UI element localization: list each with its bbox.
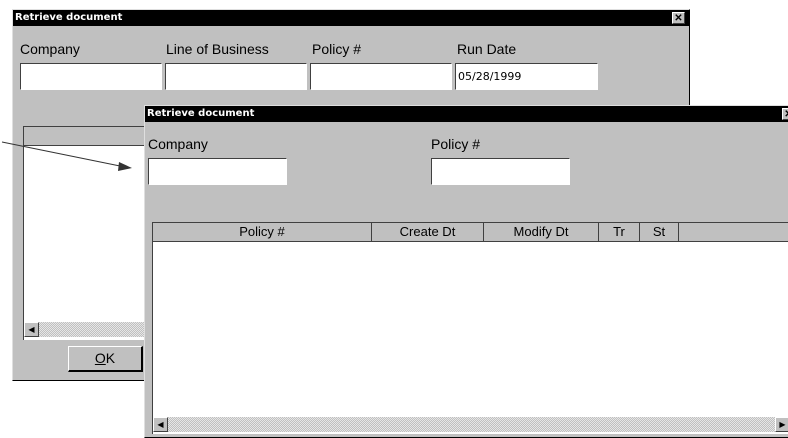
back-line-of-business-field[interactable] xyxy=(165,63,307,90)
grid-header-policy[interactable]: Policy # xyxy=(153,223,372,242)
scroll-right-arrow-icon: ▶ xyxy=(779,420,786,429)
front-company-field[interactable] xyxy=(148,158,287,185)
front-retrieve-document-window: Retrieve document ✕ Company Policy # Pol… xyxy=(144,105,788,438)
back-line-of-business-label: Line of Business xyxy=(166,41,269,57)
back-policy-label: Policy # xyxy=(312,41,362,57)
back-company-label: Company xyxy=(20,41,80,57)
grid-header-tr[interactable]: Tr xyxy=(599,223,640,242)
front-grid-horizontal-scrollbar[interactable]: ◀ ▶ xyxy=(153,417,788,432)
back-run-date-field[interactable] xyxy=(455,63,598,90)
ok-mnemonic: O xyxy=(94,350,106,366)
close-icon: ✕ xyxy=(674,13,683,24)
grid-header-empty xyxy=(679,223,788,242)
front-company-label: Company xyxy=(148,136,208,152)
front-scroll-left-button[interactable]: ◀ xyxy=(153,417,168,432)
front-policy-label: Policy # xyxy=(431,136,481,152)
back-scroll-left-button[interactable]: ◀ xyxy=(24,322,39,337)
grid-header-modify-dt[interactable]: Modify Dt xyxy=(484,223,599,242)
back-policy-field[interactable] xyxy=(310,63,452,90)
front-results-grid[interactable]: Policy # Create Dt Modify Dt Tr St ◀ ▶ xyxy=(152,222,788,434)
back-run-date-label: Run Date xyxy=(457,41,517,57)
scroll-left-arrow-icon: ◀ xyxy=(28,325,35,334)
front-window-close-button[interactable]: ✕ xyxy=(782,108,788,120)
front-window-title: Retrieve document xyxy=(145,106,788,122)
close-icon: ✕ xyxy=(784,109,788,120)
back-company-field[interactable] xyxy=(20,63,162,90)
scroll-left-arrow-icon: ◀ xyxy=(157,420,164,429)
grid-header-st[interactable]: St xyxy=(640,223,679,242)
front-scroll-right-button[interactable]: ▶ xyxy=(775,417,788,432)
front-policy-field[interactable] xyxy=(431,158,570,185)
grid-header-create-dt[interactable]: Create Dt xyxy=(372,223,484,242)
back-ok-button[interactable]: OK xyxy=(68,346,143,372)
back-window-title: Retrieve document xyxy=(13,10,689,26)
ok-label-rest: K xyxy=(105,350,116,366)
back-window-close-button[interactable]: ✕ xyxy=(672,12,685,24)
